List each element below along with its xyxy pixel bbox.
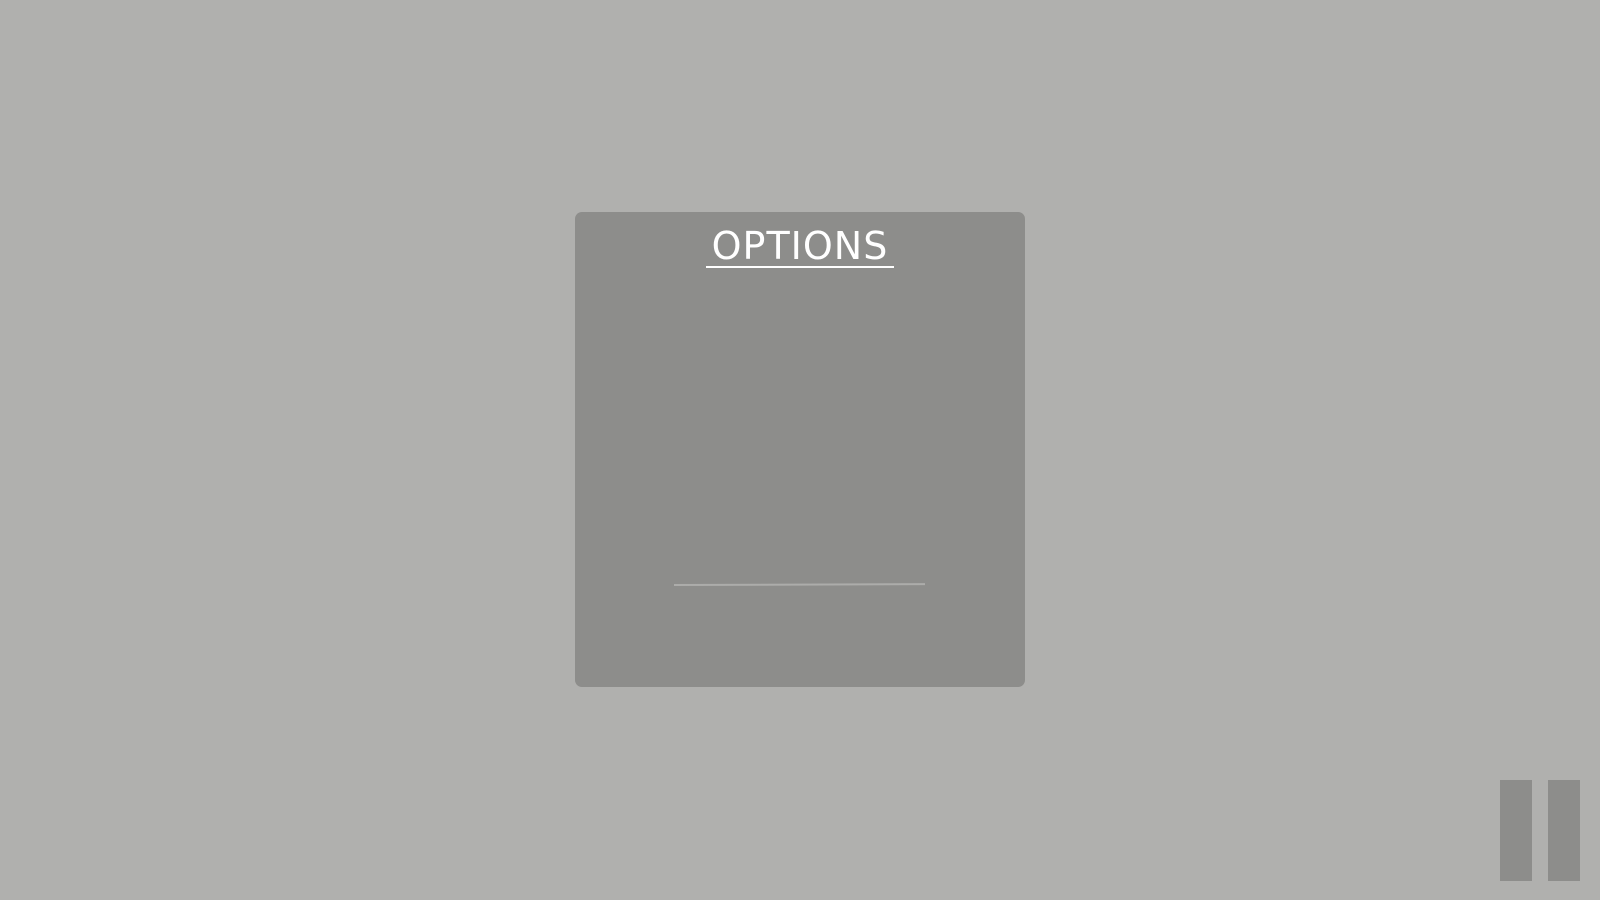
options-title-text: OPTIONS xyxy=(705,226,895,268)
pause-icon-right-bar xyxy=(1548,780,1580,881)
options-slider-track[interactable] xyxy=(673,583,926,586)
pause-button[interactable] xyxy=(1500,780,1581,881)
options-title: OPTIONS xyxy=(575,224,1025,268)
pause-icon-left-bar xyxy=(1500,780,1532,881)
options-panel: OPTIONS xyxy=(575,212,1025,687)
game-screen: { "options_panel": { "title": "OPTIONS",… xyxy=(0,0,1600,900)
